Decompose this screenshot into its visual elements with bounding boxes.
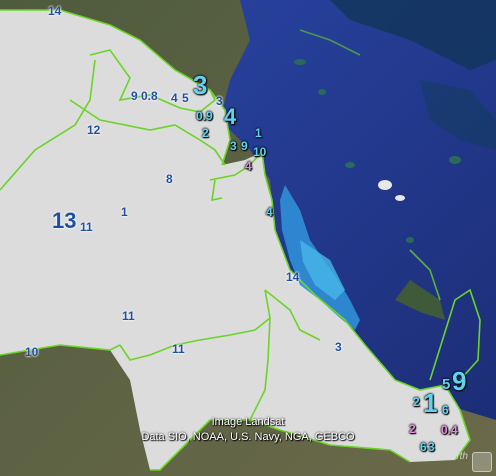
map-label[interactable]: 9	[241, 140, 248, 152]
map-label[interactable]: 12	[87, 124, 100, 136]
map-label[interactable]: 11	[172, 343, 185, 355]
map-background	[0, 0, 496, 476]
map-label[interactable]: 14	[48, 5, 61, 17]
map-label[interactable]: 3	[216, 95, 223, 107]
map-label[interactable]: 11	[122, 310, 135, 322]
map-label[interactable]: 5	[442, 377, 450, 392]
map-label[interactable]: 14	[286, 271, 299, 283]
map-label[interactable]: 11	[80, 221, 93, 233]
map-label[interactable]: 4	[245, 160, 252, 172]
data-attribution: Data SIO, NOAA, U.S. Navy, NGA, GEBCO	[141, 431, 355, 443]
map-label[interactable]: 9	[452, 368, 466, 394]
election-map[interactable]: 14 12 9 0.8 4 5 3 3 0.9 4 2 1 3 9 10 4 8…	[0, 0, 496, 476]
map-label[interactable]: 4	[266, 206, 273, 218]
google-earth-logo: Google earth	[410, 451, 468, 462]
map-label[interactable]: 4	[171, 92, 178, 104]
map-label[interactable]: 3	[193, 72, 207, 98]
compass-icon[interactable]	[472, 452, 492, 472]
map-label[interactable]: 6	[442, 404, 449, 416]
map-label[interactable]: 5	[182, 92, 189, 104]
map-label[interactable]: 10	[25, 346, 38, 358]
map-label[interactable]: 0.9	[196, 110, 213, 122]
map-label[interactable]: 1	[423, 390, 437, 416]
map-label[interactable]: 0.8	[141, 90, 158, 102]
map-label[interactable]: 2	[413, 396, 420, 408]
map-label[interactable]: 1	[121, 206, 128, 218]
map-label[interactable]: 4	[224, 106, 236, 128]
map-label[interactable]: 3	[230, 140, 237, 152]
imagery-attribution: Image Landsat	[211, 416, 285, 428]
map-label[interactable]: 10	[253, 146, 266, 158]
map-label[interactable]: 2	[202, 127, 209, 139]
map-label[interactable]: 13	[52, 210, 76, 232]
map-label[interactable]: 8	[166, 173, 173, 185]
map-label[interactable]: 9	[131, 90, 138, 102]
map-label[interactable]: 3	[335, 341, 342, 353]
map-label[interactable]: 1	[255, 127, 262, 139]
